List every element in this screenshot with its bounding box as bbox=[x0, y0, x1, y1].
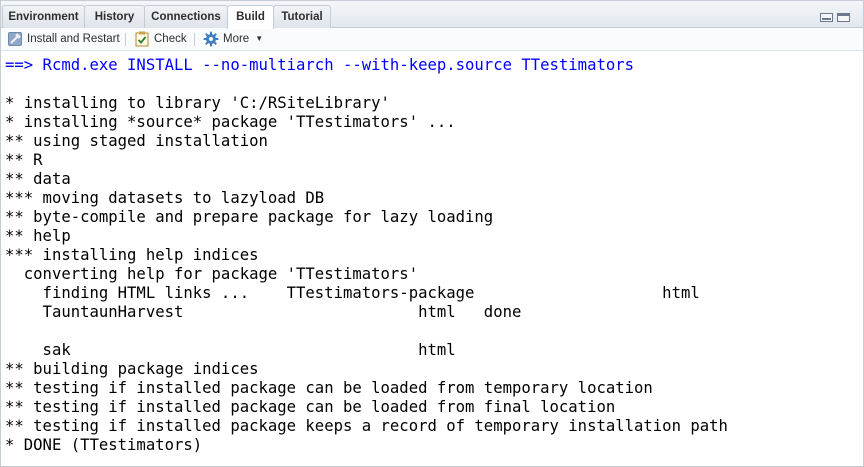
toolbar-divider bbox=[194, 33, 195, 46]
console-line: ** building package indices bbox=[5, 360, 259, 378]
console-line: ** R bbox=[5, 151, 43, 169]
console-line: ** data bbox=[5, 170, 71, 188]
install-and-restart-button[interactable]: Install and Restart bbox=[7, 30, 120, 48]
console-line: TauntaunHarvest html done bbox=[5, 303, 522, 321]
tab-tutorial[interactable]: Tutorial bbox=[273, 5, 331, 28]
check-label: Check bbox=[154, 33, 187, 45]
console-line: ** help bbox=[5, 227, 71, 245]
install-hammer-icon bbox=[7, 31, 23, 47]
install-and-restart-label: Install and Restart bbox=[27, 33, 120, 45]
build-console-output[interactable]: ==> Rcmd.exe INSTALL --no-multiarch --wi… bbox=[1, 51, 863, 466]
tab-build[interactable]: Build bbox=[227, 5, 274, 29]
console-line: finding HTML links ... TTestimators-pack… bbox=[5, 284, 700, 302]
build-command-line: ==> Rcmd.exe INSTALL --no-multiarch --wi… bbox=[5, 56, 635, 74]
console-line: * installing to library 'C:/RSiteLibrary… bbox=[5, 94, 390, 112]
tab-connections[interactable]: Connections bbox=[144, 5, 228, 28]
gear-icon bbox=[203, 31, 219, 47]
console-line: ** using staged installation bbox=[5, 132, 268, 150]
console-line: sak html bbox=[5, 341, 456, 359]
tab-bar: Environment History Connections Build Tu… bbox=[1, 1, 863, 29]
maximize-pane-button[interactable] bbox=[837, 13, 850, 22]
tab-history[interactable]: History bbox=[84, 5, 145, 28]
console-line: ** byte-compile and prepare package for … bbox=[5, 208, 494, 226]
console-line: converting help for package 'TTestimator… bbox=[5, 265, 419, 283]
tab-environment[interactable]: Environment bbox=[2, 5, 85, 28]
console-line: ** testing if installed package can be l… bbox=[5, 379, 653, 397]
more-label: More bbox=[223, 33, 250, 45]
more-menu-button[interactable]: More ▼ bbox=[203, 30, 263, 48]
console-line: * DONE (TTestimators) bbox=[5, 436, 203, 454]
build-pane: Environment History Connections Build Tu… bbox=[0, 0, 864, 467]
console-line: ** testing if installed package can be l… bbox=[5, 398, 616, 416]
console-line: ** testing if installed package keeps a … bbox=[5, 417, 728, 435]
build-toolbar: Install and Restart Check More ▼ bbox=[1, 28, 863, 51]
console-line: *** moving datasets to lazyload DB bbox=[5, 189, 325, 207]
toolbar-divider bbox=[125, 33, 126, 46]
chevron-down-icon: ▼ bbox=[255, 34, 264, 43]
minimize-pane-button[interactable] bbox=[820, 13, 833, 22]
check-button[interactable]: Check bbox=[134, 30, 187, 48]
checklist-icon bbox=[134, 31, 150, 47]
console-line: * installing *source* package 'TTestimat… bbox=[5, 113, 456, 131]
console-line: *** installing help indices bbox=[5, 246, 259, 264]
